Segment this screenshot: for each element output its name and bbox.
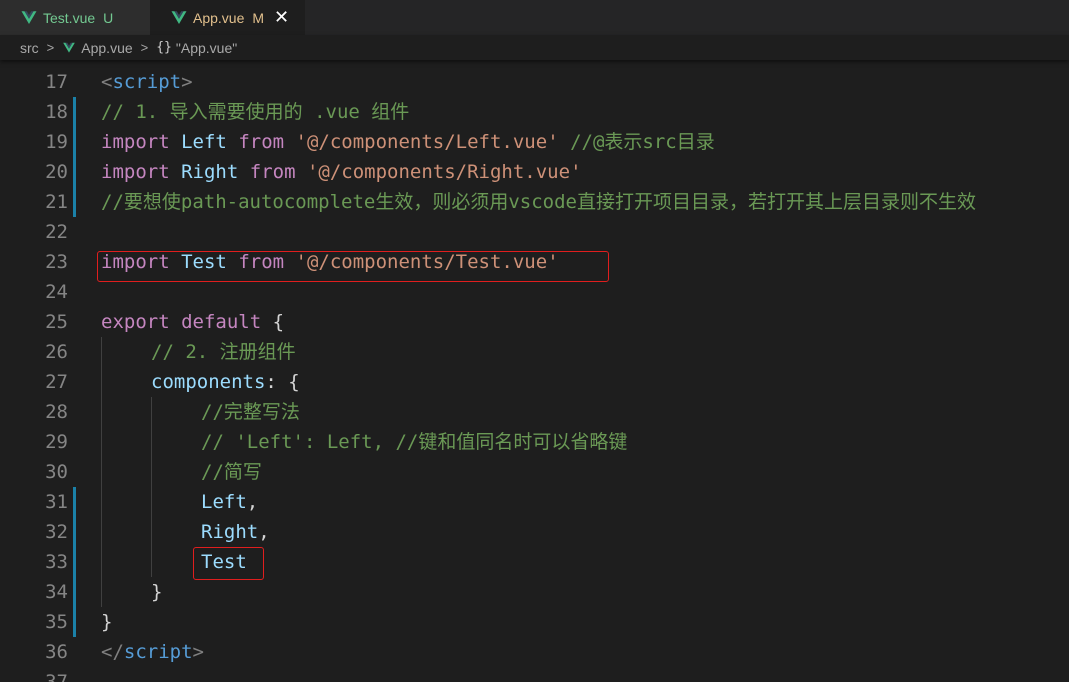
line-number: 18 [45, 101, 68, 123]
code-line-25: export default { [101, 311, 285, 333]
code-line-34: } [151, 581, 163, 603]
line-number: 29 [45, 431, 68, 453]
chevron-right-icon: > [46, 40, 55, 55]
tab-app-vue[interactable]: App.vue M ✕ [150, 0, 305, 35]
code-line-20: import Right from '@/components/Right.vu… [101, 161, 582, 183]
modified-lines-indicator [73, 97, 76, 217]
code-line-27: components: { [151, 371, 300, 393]
line-number: 30 [45, 461, 68, 483]
code-line-31: Left, [201, 491, 259, 513]
code-line-18: // 1. 导入需要使用的 .vue 组件 [101, 101, 410, 123]
line-number: 37 [45, 671, 68, 682]
line-number: 21 [45, 191, 68, 213]
vue-file-icon [21, 10, 37, 24]
breadcrumb-symbol[interactable]: "App.vue" [176, 40, 237, 56]
line-number: 22 [45, 221, 68, 243]
code-editor[interactable]: 17 18 19 20 21 22 23 24 25 26 27 28 29 3… [0, 62, 1069, 682]
tab-bar: Test.vue U App.vue M ✕ [0, 0, 1069, 35]
code-line-35: } [101, 611, 113, 633]
tab-test-vue[interactable]: Test.vue U [0, 0, 150, 35]
indent-guide [101, 337, 102, 607]
breadcrumb-file[interactable]: App.vue [81, 40, 132, 56]
breadcrumb: src > App.vue > {} "App.vue" [0, 35, 1069, 60]
code-line-30: //简写 [201, 461, 262, 483]
chevron-right-icon: > [140, 40, 149, 55]
line-number: 32 [45, 521, 68, 543]
line-number: 23 [45, 251, 68, 273]
line-number: 35 [45, 611, 68, 633]
line-number: 25 [45, 311, 68, 333]
close-icon[interactable]: ✕ [274, 7, 289, 28]
untracked-status-badge: U [103, 9, 114, 26]
line-number: 26 [45, 341, 68, 363]
line-number: 33 [45, 551, 68, 573]
tab-label: Test.vue [43, 9, 96, 26]
line-number: 27 [45, 371, 68, 393]
code-line-21: //要想使path-autocomplete生效，则必须用vscode直接打开项… [101, 191, 976, 213]
line-number: 24 [45, 281, 68, 303]
line-number: 20 [45, 161, 68, 183]
code-line-26: // 2. 注册组件 [151, 341, 296, 363]
line-number: 31 [45, 491, 68, 513]
vue-file-icon [171, 10, 187, 24]
code-line-28: //完整写法 [201, 401, 300, 423]
code-line-29: // 'Left': Left, //键和值同名时可以省略键 [201, 431, 628, 453]
line-number: 19 [45, 131, 68, 153]
modified-status-badge: M [252, 9, 265, 26]
vue-file-icon [63, 42, 76, 53]
code-line-32: Right, [201, 521, 270, 543]
highlight-box-import-test [97, 251, 609, 282]
code-line-36: </script> [101, 641, 204, 663]
line-number: 36 [45, 641, 68, 663]
line-number: 28 [45, 401, 68, 423]
indent-guide [151, 397, 152, 577]
highlight-box-test-component [193, 547, 264, 580]
line-number: 17 [45, 71, 68, 93]
breadcrumb-folder[interactable]: src [20, 40, 39, 56]
modified-lines-indicator [73, 487, 76, 637]
code-line-17: <script> [101, 71, 193, 93]
symbol-braces-icon: {} [156, 40, 172, 55]
line-number: 34 [45, 581, 68, 603]
tab-label: App.vue [193, 9, 245, 26]
code-line-19: import Left from '@/components/Left.vue'… [101, 131, 715, 153]
